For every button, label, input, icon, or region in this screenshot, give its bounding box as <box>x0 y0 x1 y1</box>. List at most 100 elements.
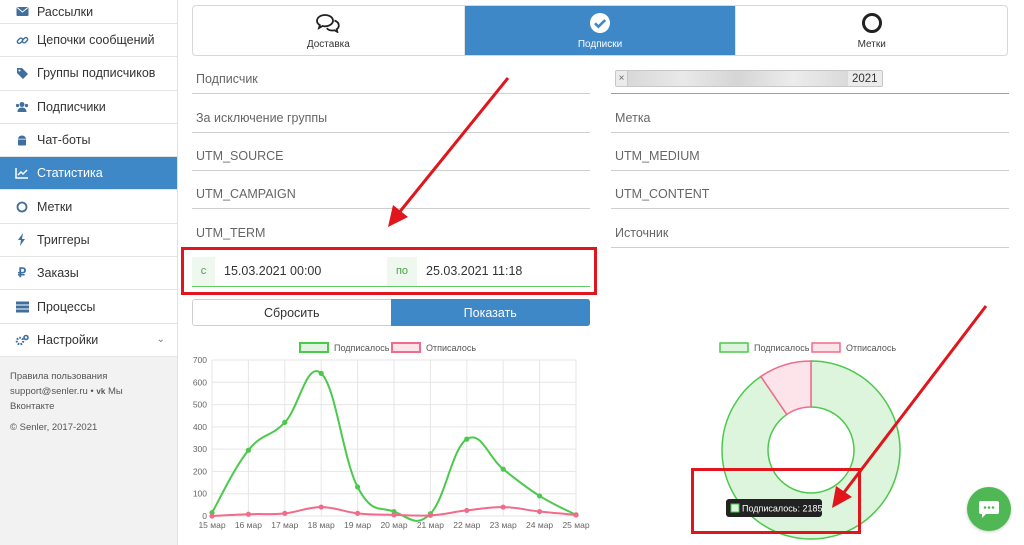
bolt-icon <box>15 233 29 247</box>
data-point[interactable] <box>500 466 506 472</box>
line-chart-icon <box>15 166 29 180</box>
data-point[interactable] <box>391 512 397 518</box>
show-button[interactable]: Показать <box>390 299 590 326</box>
sidebar-item-label: Цепочки сообщений <box>37 33 155 48</box>
data-point[interactable] <box>282 419 288 425</box>
data-point[interactable] <box>318 370 324 376</box>
blurred-group-name <box>628 71 848 86</box>
legend-label: Отписалось <box>426 343 476 353</box>
utm-source-field[interactable]: UTM_SOURCE <box>192 141 590 171</box>
y-tick-label: 400 <box>193 422 207 432</box>
reset-button[interactable]: Сбросить <box>192 299 391 326</box>
x-tick-label: 21 мар <box>417 520 444 530</box>
vk-icon: vk <box>96 386 106 396</box>
legend-item-0[interactable]: Подписалось <box>299 342 390 353</box>
data-point[interactable] <box>209 513 215 519</box>
tab-subscriptions[interactable]: Подписки <box>464 6 737 55</box>
circle-icon <box>15 200 29 214</box>
subscriber-placeholder: Подписчик <box>196 71 258 86</box>
data-point[interactable] <box>245 511 251 517</box>
sidebar-item-4[interactable]: Чат-боты <box>0 123 177 158</box>
data-point[interactable] <box>245 447 251 453</box>
utm-term-placeholder: UTM_TERM <box>196 225 266 240</box>
chat-button[interactable] <box>967 487 1011 531</box>
data-point[interactable] <box>500 504 506 510</box>
utm-medium-field[interactable]: UTM_MEDIUM <box>611 141 1009 171</box>
sidebar-item-5[interactable]: Статистика <box>0 157 177 191</box>
tab-tags[interactable]: Метки <box>736 6 1007 55</box>
legend-label: Отписалось <box>846 343 896 353</box>
sidebar-item-0[interactable]: Рассылки <box>0 0 177 24</box>
source-field[interactable]: Источник <box>611 218 1009 248</box>
x-tick-label: 25 мар <box>562 520 589 530</box>
sidebar-item-7[interactable]: Триггеры <box>0 223 177 258</box>
data-point[interactable] <box>318 504 324 510</box>
terms-link[interactable]: Правила пользования <box>10 369 167 384</box>
android-icon <box>15 133 29 147</box>
chat-icon <box>979 501 999 518</box>
sidebar-item-2[interactable]: Группы подписчиков <box>0 57 177 91</box>
donut-legend-item-0[interactable]: Подписалось <box>719 342 810 353</box>
users-icon <box>15 100 29 114</box>
list-icon <box>15 300 29 314</box>
y-tick-label: 600 <box>193 377 207 387</box>
utm-medium-placeholder: UTM_MEDIUM <box>615 148 700 163</box>
x-tick-label: 23 мар <box>490 520 517 530</box>
utm-campaign-field[interactable]: UTM_CAMPAIGN <box>192 179 590 209</box>
sidebar-item-label: Настройки <box>37 332 99 347</box>
utm-content-placeholder: UTM_CONTENT <box>615 186 710 201</box>
group-chip-tail: 2021 <box>852 72 878 85</box>
annotation-box-tooltip <box>691 468 861 534</box>
support-email-link[interactable]: support@senler.ru <box>10 386 88 397</box>
legend-swatch <box>811 342 841 353</box>
data-point[interactable] <box>464 436 470 442</box>
sidebar-item-label: Чат-боты <box>37 133 91 148</box>
chevron-down-icon[interactable]: ⌄ <box>157 334 165 345</box>
action-buttons: Сбросить Показать <box>192 299 590 326</box>
sidebar-item-6[interactable]: Метки <box>0 190 177 224</box>
donut-legend-item-1[interactable]: Отписалось <box>811 342 896 353</box>
legend-label: Подписалось <box>334 343 390 353</box>
data-point[interactable] <box>282 510 288 516</box>
sidebar-item-8[interactable]: ₽ Заказы <box>0 257 177 291</box>
group-select-field[interactable]: × 2021 <box>611 64 1009 94</box>
chip-remove-icon[interactable]: × <box>616 71 628 86</box>
tag-field[interactable]: Метка <box>611 103 1009 133</box>
y-tick-label: 100 <box>193 489 207 499</box>
x-tick-label: 24 мар <box>526 520 553 530</box>
exclude-group-placeholder: За исключение группы <box>196 110 328 125</box>
data-point[interactable] <box>537 493 543 499</box>
data-point[interactable] <box>427 512 433 518</box>
sidebar-item-1[interactable]: Цепочки сообщений <box>0 24 177 58</box>
utm-term-field[interactable]: UTM_TERM <box>192 218 590 248</box>
subscriber-field[interactable]: Подписчик <box>192 64 590 94</box>
data-point[interactable] <box>537 508 543 515</box>
stats-tabs: Доставка Подписки Метки <box>192 5 1008 56</box>
x-tick-label: 19 мар <box>344 520 371 530</box>
data-point[interactable] <box>355 510 361 516</box>
tab-delivery[interactable]: Доставка <box>193 6 465 55</box>
tab-tags-label: Метки <box>857 38 886 50</box>
circle-outline-icon <box>861 12 883 34</box>
legend-item-1[interactable]: Отписалось <box>391 342 476 353</box>
tag-placeholder: Метка <box>615 110 651 125</box>
sidebar-item-label: Заказы <box>37 266 79 281</box>
sidebar-item-label: Группы подписчиков <box>37 66 156 81</box>
y-tick-label: 500 <box>193 400 207 410</box>
legend-swatch <box>391 342 421 353</box>
sidebar-item-label: Процессы <box>37 299 96 314</box>
data-point[interactable] <box>464 507 470 514</box>
check-circle-icon <box>589 12 611 34</box>
utm-content-field[interactable]: UTM_CONTENT <box>611 179 1009 209</box>
legend-swatch <box>719 342 749 353</box>
tab-delivery-label: Доставка <box>306 38 350 50</box>
sidebar-menu: Рассылки Цепочки сообщений Группы подписчи… <box>0 0 177 357</box>
sidebar-item-3[interactable]: Подписчики <box>0 90 177 124</box>
data-point[interactable] <box>355 484 361 490</box>
y-tick-label: 200 <box>193 466 207 476</box>
x-tick-label: 22 мар <box>453 520 480 530</box>
sidebar-item-10[interactable]: Настройки ⌄ <box>0 323 177 357</box>
data-point[interactable] <box>573 512 579 518</box>
exclude-group-field[interactable]: За исключение группы <box>192 103 590 133</box>
sidebar-item-9[interactable]: Процессы <box>0 290 177 324</box>
